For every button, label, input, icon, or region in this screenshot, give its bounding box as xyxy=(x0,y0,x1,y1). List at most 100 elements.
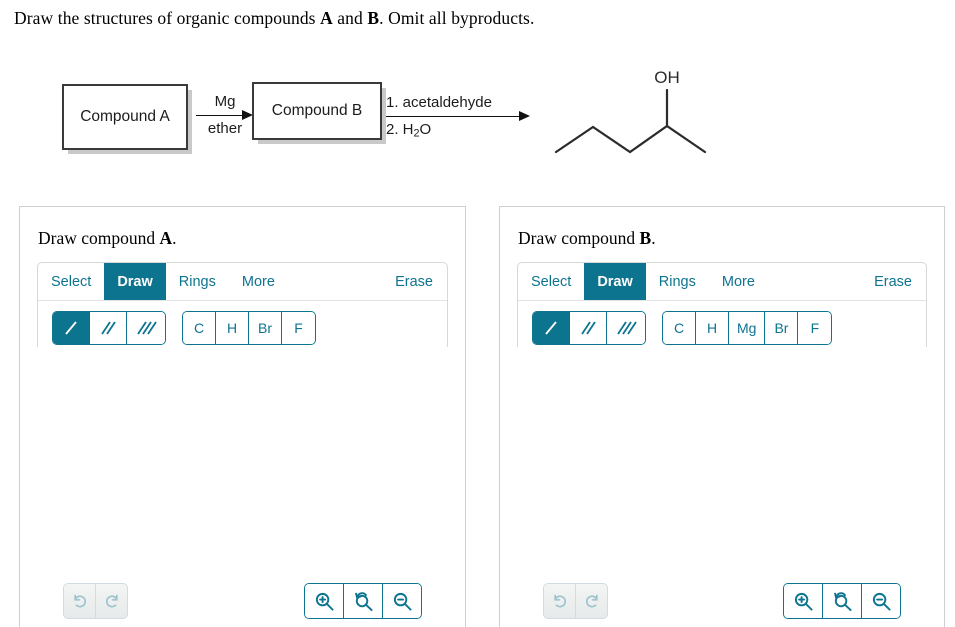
zoom-in-icon xyxy=(794,592,813,611)
undo-button[interactable] xyxy=(64,584,96,618)
panel-a-title-suffix: . xyxy=(172,228,177,248)
arrow-2-reagent-above: 1. acetaldehyde xyxy=(386,94,492,111)
arrow-2-reagent-below-prefix: 2. H xyxy=(386,121,414,138)
redo-icon xyxy=(105,594,118,608)
prompt-compound-b: B xyxy=(367,8,380,28)
single-bond-icon xyxy=(65,320,77,335)
panel-a-drawing-canvas[interactable] xyxy=(37,347,448,572)
panel-b-tab-spacer xyxy=(768,263,861,300)
prompt-compound-a: A xyxy=(320,8,333,28)
element-button-br[interactable]: Br xyxy=(249,311,282,344)
element-button-c[interactable]: C xyxy=(663,311,696,344)
panel-a-bond-group xyxy=(52,310,166,345)
triple-bond-button[interactable] xyxy=(607,311,645,344)
double-bond-button[interactable] xyxy=(90,311,127,344)
panel-b-element-group: C H Mg Br F xyxy=(662,310,833,345)
compound-a-box-label: Compound A xyxy=(80,108,170,125)
panel-b-title-bold: B xyxy=(639,228,652,248)
panel-a-tab-spacer xyxy=(288,263,382,300)
zoom-out-icon xyxy=(393,592,412,611)
zoom-reset-icon xyxy=(354,591,373,611)
compound-a-editor-panel: Draw compound A. Select Draw Rings More … xyxy=(19,206,466,627)
zoom-reset-button[interactable] xyxy=(344,584,383,618)
panel-b-tab-row: Select Draw Rings More Erase xyxy=(518,263,926,301)
zoom-reset-icon xyxy=(833,591,852,611)
panel-a-zoom-group xyxy=(304,583,422,619)
panel-a-element-group: C H Br F xyxy=(182,310,316,345)
single-bond-icon xyxy=(545,320,557,335)
reaction-scheme: Compound A Mg ether Compound B 1. acetal… xyxy=(0,30,955,190)
arrow-1-shaft xyxy=(196,115,248,116)
tab-draw[interactable]: Draw xyxy=(584,263,646,300)
panel-a-toolbar: Select Draw Rings More Erase C H Br F xyxy=(37,262,448,355)
arrow-2-shaft xyxy=(386,116,526,117)
element-button-h[interactable]: H xyxy=(216,311,249,344)
zoom-in-button[interactable] xyxy=(784,584,823,618)
zoom-in-button[interactable] xyxy=(305,584,344,618)
panel-b-drawing-canvas[interactable] xyxy=(517,347,927,572)
tab-more[interactable]: More xyxy=(229,263,288,300)
element-button-f[interactable]: F xyxy=(282,311,315,344)
zoom-reset-button[interactable] xyxy=(823,584,862,618)
element-button-f[interactable]: F xyxy=(798,311,832,344)
panel-b-title-prefix: Draw compound xyxy=(518,228,640,248)
panel-a-tab-row: Select Draw Rings More Erase xyxy=(38,263,447,301)
panel-b-title: Draw compound B. xyxy=(518,228,656,249)
triple-bond-icon xyxy=(137,321,157,334)
element-button-br[interactable]: Br xyxy=(765,311,799,344)
panel-b-bottom-bar xyxy=(517,583,927,619)
reaction-arrow-2: 1. acetaldehyde 2. H2O xyxy=(386,78,534,154)
product-structure: OH xyxy=(554,68,707,154)
single-bond-button[interactable] xyxy=(53,311,90,344)
element-button-c[interactable]: C xyxy=(183,311,216,344)
redo-button[interactable] xyxy=(96,584,127,618)
compound-b-box-label: Compound B xyxy=(271,102,363,119)
tab-draw[interactable]: Draw xyxy=(104,263,166,300)
panel-a-title-prefix: Draw compound xyxy=(38,228,160,248)
triple-bond-button[interactable] xyxy=(127,311,165,344)
redo-icon xyxy=(585,594,598,608)
compound-a-box: Compound A xyxy=(62,84,188,150)
zoom-out-button[interactable] xyxy=(383,584,421,618)
panel-b-zoom-group xyxy=(783,583,901,619)
tab-rings[interactable]: Rings xyxy=(646,263,709,300)
erase-button[interactable]: Erase xyxy=(382,263,447,300)
panel-b-title-suffix: . xyxy=(651,228,656,248)
compound-b-box: Compound B xyxy=(252,82,382,140)
prompt-text-before: Draw the structures of organic compounds xyxy=(14,8,321,28)
panel-b-history-group xyxy=(543,583,608,619)
arrow-1-reagent-above: Mg xyxy=(214,93,236,110)
prompt-text-middle: and xyxy=(332,8,368,28)
undo-icon xyxy=(553,594,566,608)
triple-bond-icon xyxy=(617,321,637,334)
arrow-2-head xyxy=(519,111,530,121)
panel-b-bond-group xyxy=(532,310,646,345)
tab-select[interactable]: Select xyxy=(518,263,584,300)
page-title: Draw the structures of organic compounds… xyxy=(14,8,934,29)
panel-a-title: Draw compound A. xyxy=(38,228,177,249)
reaction-arrow-1: Mg ether xyxy=(196,84,254,146)
undo-button[interactable] xyxy=(544,584,576,618)
panel-a-title-bold: A xyxy=(159,228,173,248)
arrow-2-reagent-below-suffix: O xyxy=(419,121,432,138)
element-button-mg[interactable]: Mg xyxy=(729,311,766,344)
prompt-text-after: . Omit all byproducts. xyxy=(379,8,535,28)
double-bond-icon xyxy=(101,321,116,334)
compound-b-editor-panel: Draw compound B. Select Draw Rings More … xyxy=(499,206,945,627)
erase-button[interactable]: Erase xyxy=(861,263,926,300)
single-bond-button[interactable] xyxy=(533,311,570,344)
double-bond-icon xyxy=(581,321,596,334)
tab-more[interactable]: More xyxy=(709,263,768,300)
element-button-h[interactable]: H xyxy=(696,311,729,344)
panel-a-history-group xyxy=(63,583,128,619)
undo-icon xyxy=(73,594,86,608)
tab-rings[interactable]: Rings xyxy=(166,263,229,300)
double-bond-button[interactable] xyxy=(570,311,607,344)
zoom-in-icon xyxy=(315,592,334,611)
zoom-out-button[interactable] xyxy=(862,584,900,618)
tab-select[interactable]: Select xyxy=(38,263,104,300)
panel-a-bottom-bar xyxy=(37,583,448,619)
arrow-2-reagent-below: 2. H2O xyxy=(386,121,534,140)
redo-button[interactable] xyxy=(576,584,607,618)
product-oh-label: OH xyxy=(654,68,680,87)
